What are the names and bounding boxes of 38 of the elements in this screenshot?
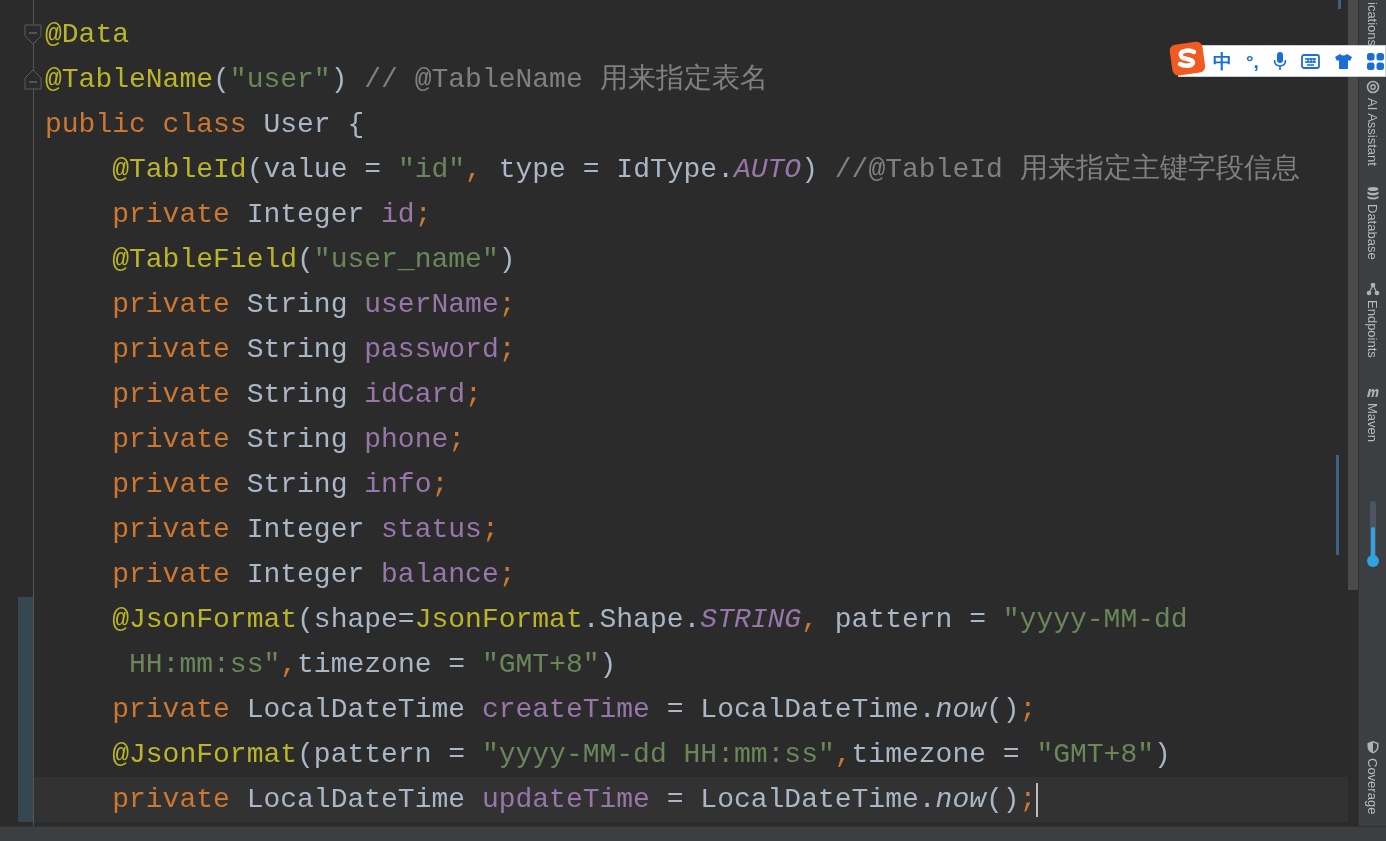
code-line: @JsonFormat(shape=JsonFormat.Shape.STRING, pattern = "yyyy-MM-dd [111,602,1188,637]
code-line: private Integer balance; [111,557,516,592]
keyboard-icon[interactable] [1300,53,1320,69]
tool-window-tab[interactable]: Maven [1362,403,1383,443]
microphone-icon[interactable] [1272,51,1287,71]
tool-window-tab[interactable]: Endpoints [1362,299,1383,358]
change-marker [1338,0,1341,9]
code-line: private LocalDateTime updateTime = LocalDateTime.now(); [111,782,1037,817]
code-line: public class User { [45,107,365,142]
code-line: @Data [45,17,129,52]
nodes-icon[interactable] [1365,281,1380,296]
code-line: private Integer id; [111,197,432,232]
text-cursor [1036,782,1039,817]
code-line: private Integer status; [111,512,499,547]
tool-window-tab[interactable]: Coverage [1362,757,1383,814]
code-line: @JsonFormat(pattern = "yyyy-MM-dd HH:mm:ss",timezone = "GMT+8") [111,737,1171,772]
code-line: @TableField("user_name") [111,242,516,277]
code-line: @TableId(value = "id", type = IdType.AUTO) //@TableId 用来指定主键字段信息 [111,152,1300,187]
database-icon[interactable] [1365,186,1380,200]
punctuation-toggle[interactable]: °, [1246,51,1259,71]
shield-icon[interactable] [1365,739,1380,754]
code-line: private String info; [111,467,449,502]
code-line: private String phone; [111,422,466,457]
code-line: private LocalDateTime createTime = LocalDateTime.now(); [111,692,1037,727]
code-line: HH:mm:ss",timezone = "GMT+8") [128,647,617,682]
input-mode-toggle[interactable]: 中 [1213,51,1232,71]
slider[interactable] [1366,500,1379,567]
tool-window-tab[interactable]: ications [1362,2,1383,47]
code-line: @TableName("user") // @TableName 用来指定表名 [45,62,768,97]
sogou-logo[interactable] [1169,40,1207,78]
grid-icon[interactable] [1366,52,1384,70]
tool-window-tab[interactable]: AI Assistant [1362,98,1383,166]
tool-window-tab[interactable]: Database [1362,204,1383,260]
code-line: private String userName; [111,287,516,322]
shirt-icon[interactable] [1333,52,1353,70]
code-line: private String idCard; [111,377,482,412]
code-line: private String password; [111,332,516,367]
spiral-icon[interactable] [1365,80,1380,95]
